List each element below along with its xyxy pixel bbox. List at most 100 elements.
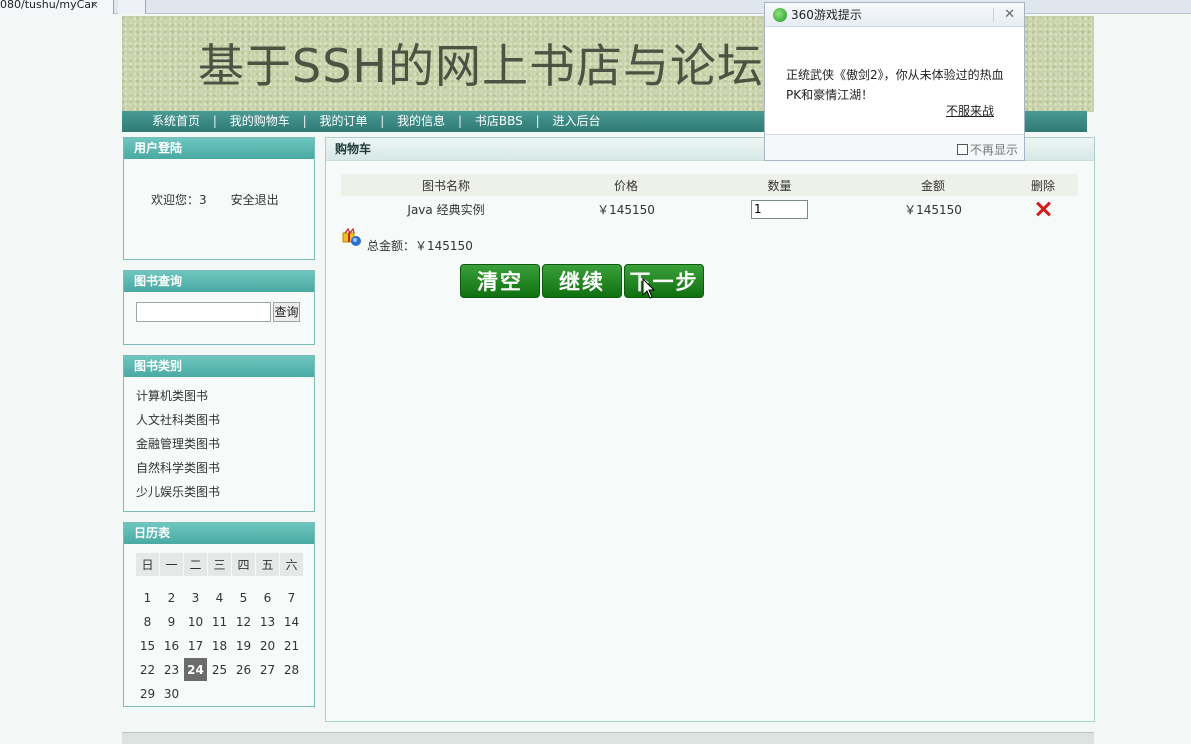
calendar-day[interactable]: 7 xyxy=(280,586,303,609)
nav-separator: | xyxy=(212,114,217,128)
welcome-text: 欢迎您：3 xyxy=(151,193,207,207)
calendar-week-row: 15 16 17 18 19 20 21 xyxy=(136,634,303,657)
nav-home[interactable]: 系统首页 xyxy=(152,114,200,128)
weekday-header: 三 xyxy=(208,553,231,576)
nav-admin[interactable]: 进入后台 xyxy=(552,114,600,128)
category-item[interactable]: 少儿娱乐类图书 xyxy=(136,483,220,507)
calendar-day[interactable]: 25 xyxy=(208,658,231,681)
calendar-day[interactable]: 10 xyxy=(184,610,207,633)
cart-header-row: 图书名称 价格 数量 金额 删除 xyxy=(341,174,1078,196)
nav-my-info[interactable]: 我的信息 xyxy=(397,114,445,128)
calendar-day[interactable]: 15 xyxy=(136,634,159,657)
popup-title: 360游戏提示 xyxy=(791,8,862,22)
quantity-cell xyxy=(701,196,858,222)
category-item[interactable]: 人文社科类图书 xyxy=(136,411,220,435)
dont-show-again[interactable]: 不再显示 xyxy=(956,141,1018,158)
calendar-day[interactable]: 20 xyxy=(256,634,279,657)
calendar-week-row: 1234567 xyxy=(136,586,303,609)
book-price: ￥145150 xyxy=(597,202,655,217)
popup-message: 正统武侠《傲剑2》，你从未体验过的热血PK和豪情江湖！ xyxy=(786,68,1004,102)
dont-show-label: 不再显示 xyxy=(969,143,1018,157)
browser-tab[interactable]: 080/tushu/myCar × xyxy=(0,0,114,14)
calendar-day[interactable]: 29 xyxy=(136,682,159,705)
calendar-day[interactable]: 12 xyxy=(232,610,255,633)
calendar-day xyxy=(280,682,303,705)
tab-close-icon[interactable]: × xyxy=(90,0,99,10)
cart-table: 图书名称 价格 数量 金额 删除 Java 经典实例 ￥145150 ￥1451… xyxy=(341,174,1078,222)
calendar-day[interactable]: 17 xyxy=(184,634,207,657)
nav-my-cart[interactable]: 我的购物车 xyxy=(230,114,290,128)
nav-separator: | xyxy=(535,114,540,128)
category-item[interactable]: 计算机类图书 xyxy=(136,387,220,411)
calendar-day[interactable]: 11 xyxy=(208,610,231,633)
nav-my-orders[interactable]: 我的订单 xyxy=(319,114,367,128)
calendar-day[interactable]: 9 xyxy=(160,610,183,633)
search-input[interactable] xyxy=(136,302,271,322)
category-list: 计算机类图书 人文社科类图书 金融管理类图书 自然科学类图书 少儿娱乐类图书 xyxy=(136,387,220,507)
category-item[interactable]: 自然科学类图书 xyxy=(136,459,220,483)
cart-panel: 购物车 图书名称 价格 数量 金额 删除 Java 经典实例 ￥145150 ￥… xyxy=(325,137,1095,722)
360-logo-icon xyxy=(773,8,787,22)
calendar-table: 日 一 二 三 四 五 六 1 2 3 4 5 6 7 8 9 10 11 12 13 14 15 16 17 1… xyxy=(135,552,304,706)
calendar-day xyxy=(208,682,231,705)
col-price: 价格 xyxy=(551,174,701,196)
search-box: 图书查询 查询 xyxy=(123,270,315,345)
search-button[interactable]: 查询 xyxy=(273,302,300,322)
login-box-title: 用户登陆 xyxy=(124,138,314,159)
clear-cart-button[interactable]: 清空 xyxy=(460,264,540,298)
close-icon[interactable]: ✕ xyxy=(1004,3,1015,27)
weekday-header: 四 xyxy=(232,553,255,576)
calendar-day[interactable]: 27 xyxy=(256,658,279,681)
continue-shopping-button[interactable]: 继续 xyxy=(542,264,622,298)
calendar-day[interactable]: 22 xyxy=(136,658,159,681)
nav-bbs[interactable]: 书店BBS xyxy=(475,114,523,128)
calendar-week-row: 8 9 10 11 12 13 14 xyxy=(136,610,303,633)
new-tab-button[interactable] xyxy=(118,0,146,14)
popup-divider xyxy=(993,8,994,22)
calendar-body: 1 2 3 4 5 6 7 8 9 10 11 12 13 14 15 16 17 18 19 20 21 22 23 24 2… xyxy=(136,586,303,705)
col-delete: 删除 xyxy=(1008,174,1078,196)
popup-footer: 不再显示 xyxy=(765,134,1024,160)
calendar-day[interactable]: 23 xyxy=(160,658,183,681)
calendar-spacer xyxy=(136,577,303,585)
calendar-day[interactable]: 2 xyxy=(160,586,183,609)
book-name: Java 经典实例 xyxy=(407,202,485,217)
popup-header: 360游戏提示 ✕ xyxy=(765,3,1024,27)
nav-separator: | xyxy=(302,114,307,128)
calendar-day[interactable]: 4 xyxy=(208,586,231,609)
nav-separator: | xyxy=(458,114,463,128)
calendar-week-row: 22 23 24 25 26 27 28 xyxy=(136,658,303,681)
calendar-day[interactable]: 16 xyxy=(160,634,183,657)
calendar-day[interactable]: 1 xyxy=(136,586,159,609)
calendar-day[interactable]: 14 xyxy=(280,610,303,633)
gift-icon xyxy=(342,227,361,246)
calendar-day[interactable]: 28 xyxy=(280,658,303,681)
calendar-day[interactable]: 19 xyxy=(232,634,255,657)
next-step-button[interactable]: 下一步 xyxy=(624,264,704,298)
calendar-day[interactable]: 30 xyxy=(160,682,183,705)
popup-action-link[interactable]: 不服来战 xyxy=(946,102,994,119)
total-value: ￥145150 xyxy=(415,239,473,253)
calendar-day[interactable]: 18 xyxy=(208,634,231,657)
calendar-day[interactable]: 5 xyxy=(232,586,255,609)
calendar-day[interactable]: 8 xyxy=(136,610,159,633)
calendar-day[interactable]: 6 xyxy=(256,586,279,609)
weekday-header: 六 xyxy=(280,553,303,576)
weekday-header: 日 xyxy=(136,553,159,576)
calendar-weekday-row: 日 一 二 三 四 五 六 xyxy=(136,553,303,576)
calendar-box: 日历表 日 一 二 三 四 五 六 1 2 3 4 5 6 7 8 9 10 11 12 13 14 15 1… xyxy=(123,522,315,707)
calendar-day[interactable]: 26 xyxy=(232,658,255,681)
logout-link[interactable]: 安全退出 xyxy=(231,193,279,207)
calendar-day[interactable]: 21 xyxy=(280,634,303,657)
calendar-day xyxy=(232,682,255,705)
category-item[interactable]: 金融管理类图书 xyxy=(136,435,220,459)
notification-popup: 360游戏提示 ✕ 正统武侠《傲剑2》，你从未体验过的热血PK和豪情江湖！ 不服… xyxy=(764,2,1025,161)
delete-icon[interactable] xyxy=(1034,200,1052,218)
quantity-input[interactable] xyxy=(751,199,808,219)
calendar-day[interactable]: 3 xyxy=(184,586,207,609)
login-status: 欢迎您：3 安全退出 xyxy=(151,191,303,208)
dont-show-checkbox[interactable] xyxy=(956,144,968,155)
calendar-day[interactable]: 13 xyxy=(256,610,279,633)
calendar-day[interactable]: 24 xyxy=(184,658,207,681)
total-label: 总金额： xyxy=(367,239,416,253)
